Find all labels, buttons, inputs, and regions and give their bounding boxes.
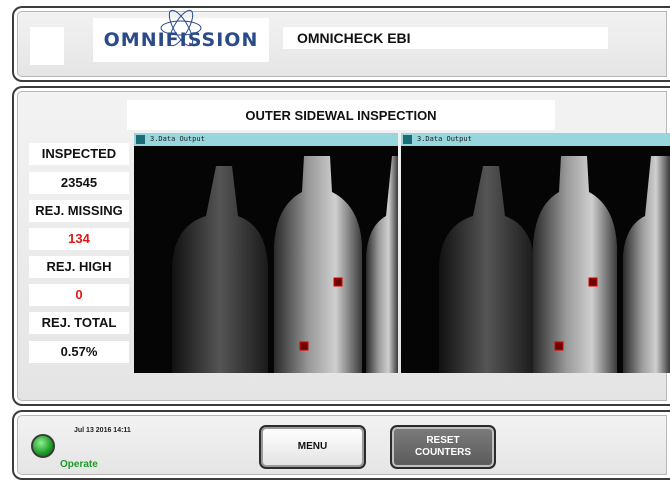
camera-title: 3.Data Output — [150, 135, 205, 143]
camera-view-2[interactable]: 3.Data Output — [401, 133, 670, 373]
logo: OMNIFISSION — [93, 9, 269, 62]
stat-label-rej-total: REJ. TOTAL — [29, 312, 129, 334]
system-name: OMNICHECK EBI — [283, 27, 608, 49]
stat-value-rej-high: 0 — [29, 284, 129, 306]
stat-label-rej-high: REJ. HIGH — [29, 256, 129, 278]
status-text: Operate — [60, 459, 98, 470]
camera-title-bar: 3.Data Output — [134, 133, 398, 146]
camera-view-1[interactable]: 3.Data Output — [134, 133, 398, 373]
stat-label-inspected: INSPECTED — [29, 143, 129, 165]
menu-button[interactable]: MENU — [259, 425, 366, 469]
stat-value-rej-missing: 134 — [29, 228, 129, 250]
camera-title-bar: 3.Data Output — [401, 133, 670, 146]
stat-label-rej-missing: REJ. MISSING — [29, 200, 129, 222]
bottle-image — [134, 146, 398, 373]
atom-icon — [160, 9, 202, 47]
bottle-image — [401, 146, 670, 373]
camera-status-square — [403, 135, 412, 144]
camera-status-square — [136, 135, 145, 144]
header-blank-box — [30, 27, 64, 65]
camera-title: 3.Data Output — [417, 135, 472, 143]
status-led-icon — [31, 434, 55, 458]
reset-counters-button[interactable]: RESET COUNTERS — [390, 425, 496, 469]
datetime: Jul 13 2016 14:11 — [74, 427, 131, 434]
stat-value-rej-total: 0.57% — [29, 341, 129, 363]
section-title: OUTER SIDEWAL INSPECTION — [127, 100, 555, 130]
stat-value-inspected: 23545 — [29, 172, 129, 194]
